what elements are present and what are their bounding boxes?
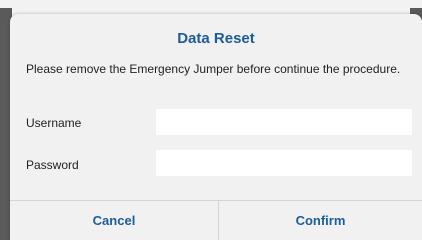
cancel-button[interactable]: Cancel bbox=[10, 201, 218, 240]
username-input[interactable] bbox=[156, 109, 412, 135]
confirm-button[interactable]: Confirm bbox=[219, 201, 422, 240]
dialog-title: Data Reset bbox=[177, 30, 255, 47]
data-reset-dialog: Data Reset Please remove the Emergency J… bbox=[10, 14, 422, 240]
username-label: Username bbox=[26, 116, 82, 130]
screen: Data Reset Please remove the Emergency J… bbox=[0, 0, 422, 240]
password-input[interactable] bbox=[156, 150, 412, 176]
dialog-message: Please remove the Emergency Jumper befor… bbox=[26, 62, 401, 76]
password-label: Password bbox=[26, 158, 79, 172]
